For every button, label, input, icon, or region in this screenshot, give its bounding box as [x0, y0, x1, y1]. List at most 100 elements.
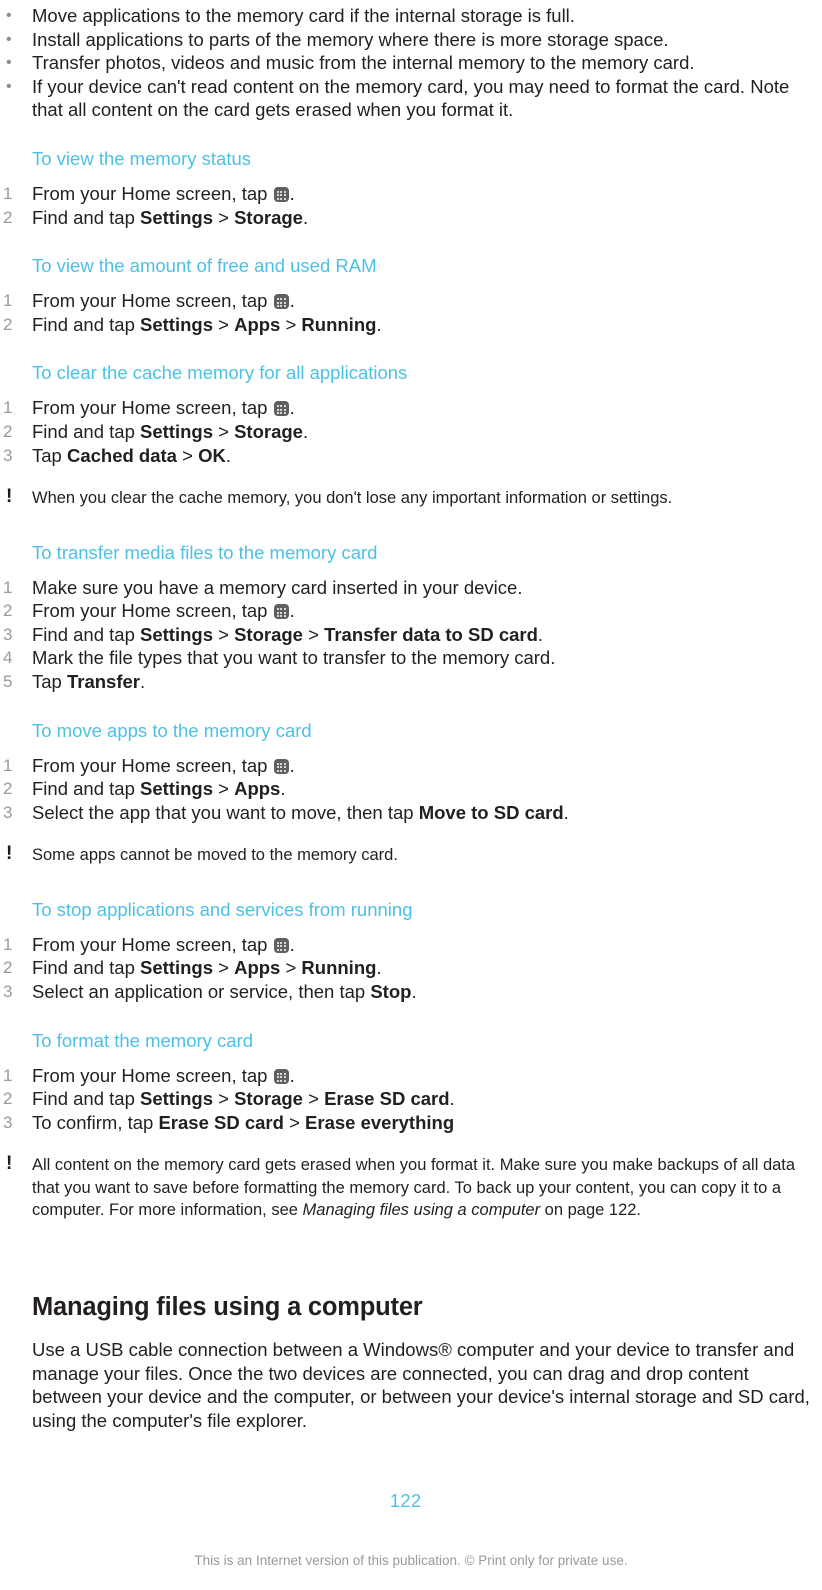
step-text: From your Home screen, tap . [32, 183, 295, 204]
step-text-pre: From your Home screen, tap [32, 182, 273, 204]
step-item: 2 Find and tap Settings > Storage > Eras… [0, 1087, 822, 1111]
step-text-pre: Tap [32, 671, 67, 692]
step-text-pre: From your Home screen, tap [32, 754, 273, 776]
step-item: 2 From your Home screen, tap . [0, 599, 822, 623]
step-text-post: . [225, 444, 231, 466]
step-item: 3 To confirm, tap Erase SD card > Erase … [0, 1111, 822, 1135]
step-item: 1 From your Home screen, tap . [0, 933, 822, 957]
step-number: 2 [3, 601, 13, 621]
step-text-post: . [289, 182, 295, 204]
step-number: 3 [3, 624, 13, 644]
step-item: 3 Select an application or service, then… [0, 980, 822, 1004]
step-number: 4 [3, 648, 13, 668]
page-content: • Move applications to the memory card i… [0, 0, 822, 1432]
step-item: 1 Make sure you have a memory card inser… [0, 576, 822, 600]
note-block: ! When you clear the cache memory, you d… [0, 486, 822, 510]
step-text-post: . [289, 290, 295, 312]
step-item: 1 From your Home screen, tap . [0, 182, 822, 206]
step-text: Tap Cached data > OK. [32, 444, 231, 466]
warning-icon: ! [6, 1153, 13, 1175]
step-text: Find and tap Settings > Storage. [32, 420, 309, 442]
step-text: To confirm, tap Erase SD card > Erase ev… [32, 1111, 455, 1133]
step-text-pre: From your Home screen, tap [32, 933, 273, 955]
step-list: 1 From your Home screen, tap . 2 Find an… [0, 289, 822, 336]
ui-path-item: Erase SD card [158, 1111, 284, 1133]
step-item: 1 From your Home screen, tap . [0, 396, 822, 420]
app-drawer-icon [273, 1068, 289, 1084]
list-item: • Move applications to the memory card i… [0, 4, 822, 28]
step-text: Find and tap Settings > Storage > Transf… [32, 623, 544, 645]
section-heading: To transfer media files to the memory ca… [32, 541, 378, 563]
ui-path-item: Storage [234, 420, 303, 442]
step-text-post: . [289, 600, 295, 622]
step-text-pre: From your Home screen, tap [32, 600, 273, 622]
step-number: 1 [3, 934, 13, 954]
step-text: Find and tap Settings > Apps > Running. [32, 313, 382, 335]
step-text-post: . [280, 778, 286, 800]
bullet-text: If your device can't read content on the… [32, 75, 790, 121]
step-text-post: . [449, 1088, 455, 1110]
step-number: 1 [3, 291, 13, 311]
step-text: Tap Transfer. [32, 671, 145, 692]
footer-copyright-note: This is an Internet version of this publ… [194, 1553, 628, 1568]
note-block: ! All content on the memory card gets er… [0, 1153, 822, 1222]
step-number: 1 [3, 1065, 13, 1085]
step-item: 2 Find and tap Settings > Apps > Running… [0, 313, 822, 337]
bullet-icon: • [6, 7, 12, 24]
step-list: 1 From your Home screen, tap . 2 Find an… [0, 182, 822, 229]
step-text-post: . [302, 420, 309, 442]
chapter-title: Managing files using a computer [32, 1292, 423, 1321]
bullet-icon: • [6, 54, 12, 72]
step-text-post: . [289, 1064, 295, 1086]
step-number: 3 [3, 445, 13, 465]
ui-path-item: Settings [140, 1088, 213, 1110]
step-text-post: . [376, 957, 382, 979]
ui-path-item: Erase SD card [324, 1088, 450, 1110]
step-text-pre: Select the app that you want to move, th… [32, 801, 419, 823]
step-text: Select the app that you want to move, th… [32, 802, 569, 823]
step-number: 5 [3, 672, 13, 691]
step-number: 2 [3, 314, 13, 334]
ui-path-item: OK [198, 444, 226, 466]
step-text-pre: Find and tap [32, 420, 140, 442]
step-text: Mark the file types that you want to tra… [32, 647, 556, 669]
step-number: 2 [3, 1089, 13, 1109]
step-text-post: . [563, 801, 569, 823]
step-text: Find and tap Settings > Storage > Erase … [32, 1088, 455, 1110]
app-drawer-icon [273, 604, 289, 620]
ui-path-item: Storage [234, 1088, 303, 1110]
step-item: 2 Find and tap Settings > Storage. [0, 420, 822, 444]
section-heading: To view the amount of free and used RAM [32, 255, 377, 277]
step-text: Find and tap Settings > Storage. [32, 206, 309, 228]
ui-path-item: Storage [234, 623, 303, 645]
ui-path-item: Settings [140, 206, 213, 228]
section-heading: To stop applications and services from r… [32, 898, 413, 920]
step-text: From your Home screen, tap . [32, 397, 295, 418]
ui-path-item: Running [301, 957, 377, 979]
step-number: 2 [3, 958, 13, 978]
ui-path-item: Transfer data to SD card [324, 623, 538, 645]
step-number: 2 [3, 207, 13, 227]
note-text-part2: on page 122. [540, 1201, 642, 1220]
ui-path-item: Settings [140, 778, 213, 800]
list-item: • If your device can't read content on t… [0, 75, 822, 122]
ui-path-item: Cached data [66, 444, 177, 466]
ui-path-item: Settings [140, 957, 213, 979]
step-item: 3 Select the app that you want to move, … [0, 801, 822, 825]
step-text: Select an application or service, then t… [32, 981, 417, 1002]
step-text: From your Home screen, tap . [32, 290, 295, 311]
step-list: 1 From your Home screen, tap . 2 Find an… [0, 396, 822, 467]
step-text-pre: From your Home screen, tap [32, 290, 273, 312]
chapter-paragraph: Use a USB cable connection between a Win… [32, 1338, 810, 1431]
step-text: From your Home screen, tap . [32, 600, 295, 621]
step-item: 3 Find and tap Settings > Storage > Tran… [0, 623, 822, 647]
step-text-pre: From your Home screen, tap [32, 397, 273, 419]
step-text-pre: From your Home screen, tap [32, 1064, 273, 1086]
step-text-pre: Tap [32, 444, 67, 466]
step-text-pre: Select an application or service, then t… [32, 981, 371, 1003]
step-text-pre: To confirm, tap [32, 1111, 159, 1133]
bullet-text: Install applications to parts of the mem… [32, 28, 669, 50]
ui-path-item: Transfer [66, 671, 140, 692]
section-heading: To view the memory status [32, 147, 251, 169]
step-text-post: . [411, 981, 417, 1003]
